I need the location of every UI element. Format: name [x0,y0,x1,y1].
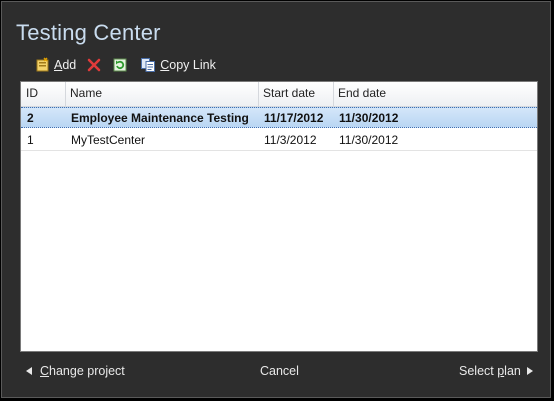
toolbar: Add Copy Link [35,56,216,74]
column-header-id[interactable]: ID [21,82,66,106]
change-project-button[interactable]: Change project [26,364,125,378]
window-title: Testing Center [16,20,161,45]
refresh-icon [112,57,128,73]
column-header-start-date[interactable]: Start date [258,82,334,106]
triangle-left-icon [26,367,32,375]
add-icon [35,57,51,73]
table-row[interactable]: 1 MyTestCenter 11/3/2012 11/30/2012 [21,130,537,151]
table-row-selected[interactable]: 2 Employee Maintenance Testing 11/17/201… [21,107,537,128]
cell-id: 1 [27,133,34,147]
column-header-name[interactable]: Name [65,82,259,106]
copy-link-icon [140,57,156,73]
select-plan-button[interactable]: Select plan [459,364,533,378]
cell-name: Employee Maintenance Testing [71,111,249,125]
copy-link-accel: C [160,58,170,72]
copy-link-button[interactable]: Copy Link [140,57,216,73]
change-project-accel: C [40,364,50,378]
cell-end-date: 11/30/2012 [339,133,399,147]
cancel-button[interactable]: Cancel [260,364,299,378]
select-plan-post: lan [504,364,521,378]
refresh-button[interactable] [112,57,128,73]
change-project-label: hange project [49,364,125,378]
cell-end-date: 11/30/2012 [339,111,399,125]
cell-name: MyTestCenter [71,133,146,147]
add-label: dd [62,58,77,72]
copy-link-label: opy Link [169,58,216,72]
cell-start-date: 11/3/2012 [264,133,317,147]
select-plan-pre: Select [459,364,498,378]
column-header-end-date[interactable]: End date [333,82,537,106]
delete-icon [86,57,102,73]
testing-center-window: Testing Center Add Copy Link ID Name Sta… [1,1,551,398]
cell-id: 2 [27,111,34,125]
cell-start-date: 11/17/2012 [264,111,324,125]
triangle-right-icon [526,367,533,375]
delete-button[interactable] [86,57,102,73]
test-center-grid[interactable]: ID Name Start date End date 2 Employee M… [20,81,538,352]
grid-header: ID Name Start date End date [21,82,537,107]
add-button[interactable]: Add [35,57,76,73]
